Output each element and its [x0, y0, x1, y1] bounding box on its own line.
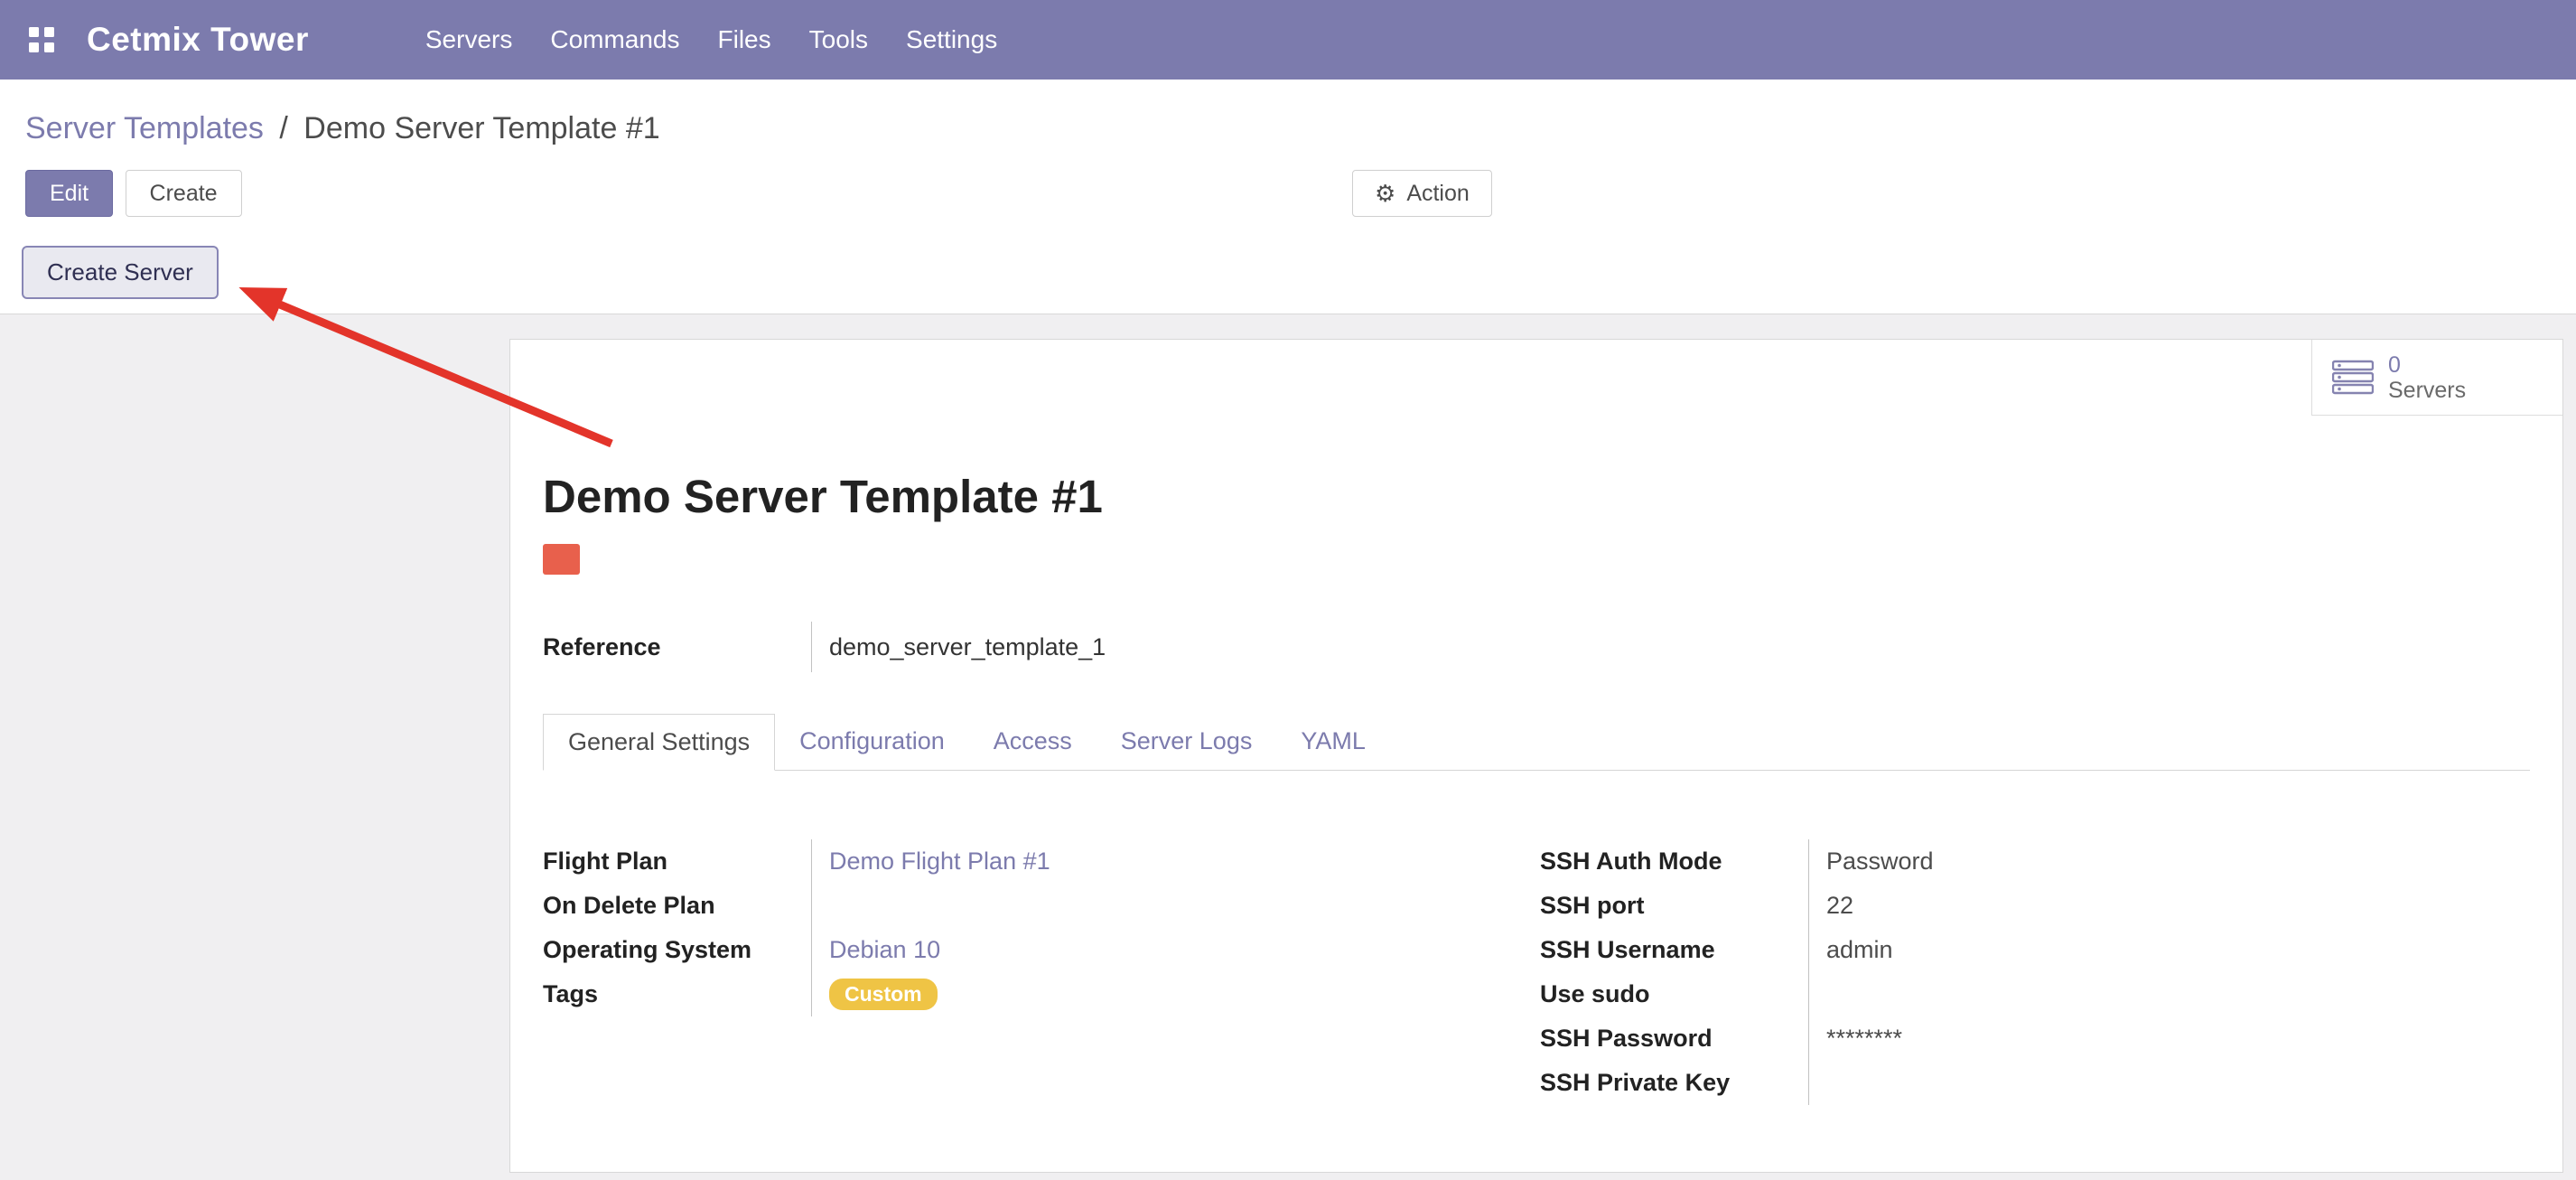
field-label: On Delete Plan [543, 884, 811, 928]
tab-configuration[interactable]: Configuration [775, 714, 969, 770]
reference-row: Reference demo_server_template_1 [543, 622, 2530, 672]
stat-value: 0 [2388, 352, 2466, 378]
field-ssh-port: SSH port 22 [1540, 884, 2530, 928]
template-title: Demo Server Template #1 [543, 340, 2530, 522]
reference-value: demo_server_template_1 [811, 622, 2530, 672]
field-operating-system: Operating System Debian 10 [543, 928, 1540, 972]
field-ssh-password: SSH Password ******** [1540, 1016, 2530, 1061]
field-use-sudo: Use sudo [1540, 972, 2530, 1016]
menu-tools[interactable]: Tools [790, 0, 887, 80]
sheet-content: Demo Server Template #1 Reference demo_s… [510, 340, 2562, 1105]
menu-commands[interactable]: Commands [531, 0, 698, 80]
main-menu: Servers Commands Files Tools Settings [406, 0, 1016, 80]
create-button[interactable]: Create [126, 170, 242, 217]
reference-label: Reference [543, 622, 811, 672]
form-sheet: 0 Servers Demo Server Template #1 Refere… [509, 339, 2563, 1173]
breadcrumb-current: Demo Server Template #1 [303, 111, 659, 145]
menu-files[interactable]: Files [699, 0, 790, 80]
field-label: SSH Password [1540, 1016, 1808, 1061]
breadcrumb-parent-link[interactable]: Server Templates [25, 111, 264, 145]
field-label: SSH Username [1540, 928, 1808, 972]
field-label: Operating System [543, 928, 811, 972]
ssh-password-value: ******** [1826, 1025, 1902, 1053]
breadcrumb: Server Templates / Demo Server Template … [0, 80, 2576, 146]
tag-badge: Custom [829, 979, 938, 1010]
edit-button[interactable]: Edit [25, 170, 113, 217]
stat-label: Servers [2388, 378, 2466, 403]
notebook-tabs: General Settings Configuration Access Se… [543, 714, 2530, 771]
field-flight-plan: Flight Plan Demo Flight Plan #1 [543, 839, 1540, 884]
ssh-port-value: 22 [1826, 892, 1853, 920]
field-label: Flight Plan [543, 839, 811, 884]
app-brand[interactable]: Cetmix Tower [87, 21, 309, 59]
color-tag-swatch [543, 544, 580, 575]
tab-yaml[interactable]: YAML [1276, 714, 1390, 770]
action-button-label: Action [1406, 181, 1469, 207]
field-label: SSH Private Key [1540, 1061, 1808, 1105]
field-ssh-username: SSH Username admin [1540, 928, 2530, 972]
field-on-delete-plan: On Delete Plan [543, 884, 1540, 928]
field-ssh-auth-mode: SSH Auth Mode Password [1540, 839, 2530, 884]
flight-plan-link[interactable]: Demo Flight Plan #1 [829, 848, 1050, 876]
create-server-button[interactable]: Create Server [22, 246, 219, 299]
breadcrumb-separator: / [272, 111, 294, 145]
field-label: Use sudo [1540, 972, 1808, 1016]
tab-access[interactable]: Access [969, 714, 1097, 770]
control-panel: Server Templates / Demo Server Template … [0, 80, 2576, 314]
operating-system-link[interactable]: Debian 10 [829, 936, 940, 964]
field-tags: Tags Custom [543, 972, 1540, 1016]
top-navbar: Cetmix Tower Servers Commands Files Tool… [0, 0, 2576, 80]
menu-servers[interactable]: Servers [406, 0, 531, 80]
general-settings-panel: Flight Plan Demo Flight Plan #1 On Delet… [543, 839, 2530, 1105]
field-label: SSH Auth Mode [1540, 839, 1808, 884]
right-field-group: SSH Auth Mode Password SSH port 22 SSH U… [1540, 839, 2530, 1105]
tab-general-settings[interactable]: General Settings [543, 714, 775, 771]
ssh-username-value: admin [1826, 936, 1893, 964]
stat-text: 0 Servers [2388, 352, 2466, 403]
servers-stat-button[interactable]: 0 Servers [2311, 340, 2562, 416]
ssh-auth-mode-value: Password [1826, 848, 1934, 876]
apps-grid-icon[interactable] [27, 25, 56, 54]
button-row: Edit Create ⚙ Action [0, 170, 2576, 217]
menu-settings[interactable]: Settings [887, 0, 1016, 80]
field-ssh-private-key: SSH Private Key [1540, 1061, 2530, 1105]
gear-icon: ⚙ [1375, 180, 1395, 208]
servers-icon [2332, 360, 2374, 396]
field-label: Tags [543, 972, 811, 1016]
form-header: Create Server [0, 246, 2576, 314]
content-area: 0 Servers Demo Server Template #1 Refere… [0, 314, 2576, 1180]
action-button[interactable]: ⚙ Action [1352, 170, 1492, 217]
tab-server-logs[interactable]: Server Logs [1097, 714, 1277, 770]
field-label: SSH port [1540, 884, 1808, 928]
left-field-group: Flight Plan Demo Flight Plan #1 On Delet… [543, 839, 1540, 1105]
